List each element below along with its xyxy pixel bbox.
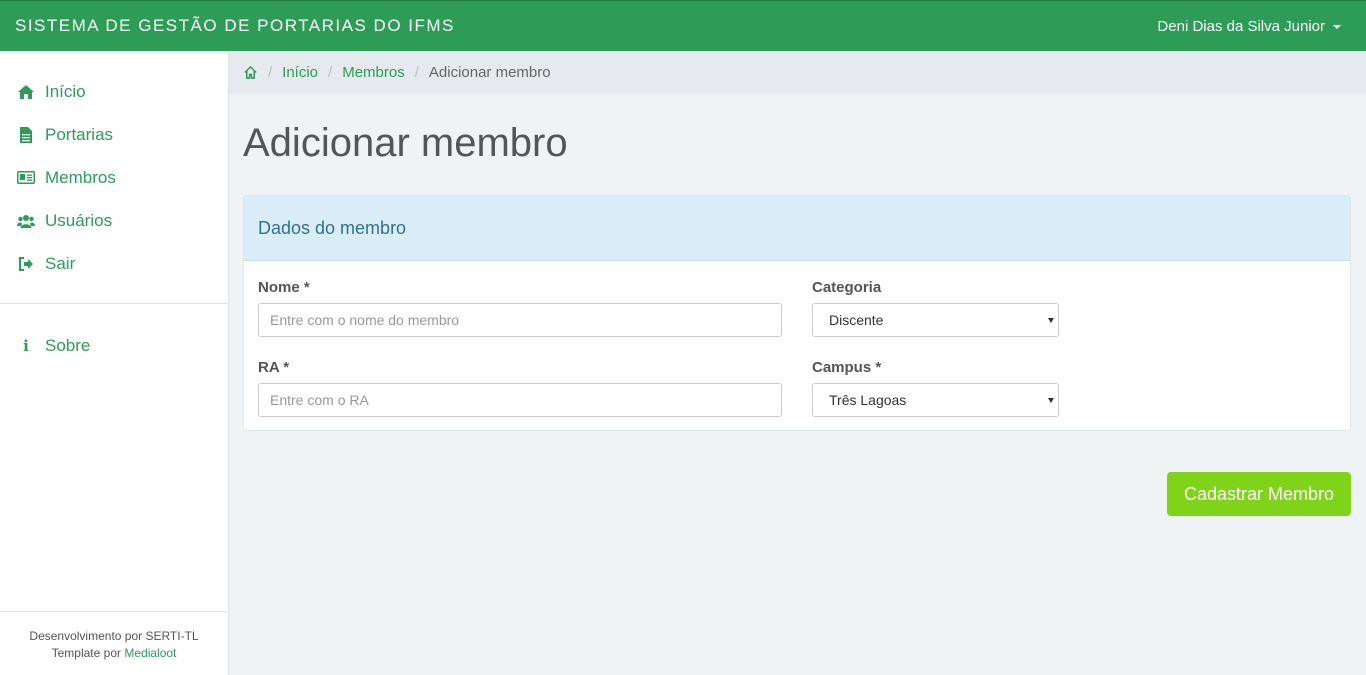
- page-title: Adicionar membro: [243, 121, 568, 165]
- nome-input[interactable]: Entre com o nome do membro: [258, 303, 782, 337]
- panel-heading: Dados do membro: [244, 196, 1350, 261]
- file-icon: [17, 126, 35, 144]
- ra-label: RA *: [258, 359, 290, 376]
- caret-down-icon: [1333, 25, 1341, 29]
- ra-input[interactable]: Entre com o RA: [258, 383, 782, 417]
- campus-value: Três Lagoas: [829, 392, 907, 408]
- breadcrumb-membros[interactable]: Membros: [342, 64, 405, 81]
- sidebar-item-label: Portarias: [45, 124, 114, 144]
- sidebar-secondary-nav: i Sobre: [0, 304, 228, 367]
- nome-label: Nome *: [258, 279, 310, 296]
- sidebar: Início Portarias Membros Usuários Sair i…: [0, 51, 229, 675]
- breadcrumb-inicio[interactable]: Início: [282, 64, 318, 81]
- info-icon: i: [23, 336, 29, 355]
- breadcrumb-home-icon[interactable]: [243, 65, 258, 80]
- sidebar-nav: Início Portarias Membros Usuários Sair: [0, 51, 228, 285]
- id-card-icon: [17, 169, 35, 187]
- categoria-value: Discente: [829, 312, 884, 328]
- campus-field-group: Campus * Três Lagoas: [812, 359, 1059, 417]
- users-icon: [17, 212, 35, 230]
- medialoot-link[interactable]: Medialoot: [124, 646, 176, 660]
- sidebar-item-label: Membros: [45, 167, 116, 187]
- breadcrumb: / Início / Membros / Adicionar membro: [229, 51, 1366, 94]
- categoria-label: Categoria: [812, 279, 882, 296]
- breadcrumb-separator: /: [414, 64, 419, 81]
- member-form-panel: Dados do membro Nome * Entre com o nome …: [243, 195, 1351, 431]
- sidebar-item-label: Usuários: [45, 210, 113, 230]
- footer-template: Template por Medialoot: [0, 645, 228, 662]
- dropdown-arrow-icon: [1048, 317, 1054, 323]
- sign-out-icon: [17, 255, 35, 273]
- sidebar-item-sobre[interactable]: i Sobre: [0, 324, 228, 367]
- footer-template-prefix: Template por: [51, 646, 121, 660]
- sidebar-item-label: Sair: [45, 253, 76, 273]
- cadastrar-membro-button[interactable]: Cadastrar Membro: [1167, 472, 1351, 516]
- top-navbar: SISTEMA DE GESTÃO DE PORTARIAS DO IFMS D…: [0, 0, 1366, 51]
- campus-select[interactable]: Três Lagoas: [812, 383, 1059, 417]
- categoria-field-group: Categoria Discente: [812, 279, 1059, 337]
- footer-credit: Desenvolvimento por SERTI-TL: [29, 629, 199, 643]
- home-icon: [17, 83, 35, 101]
- breadcrumb-separator: /: [328, 64, 333, 81]
- app-title[interactable]: SISTEMA DE GESTÃO DE PORTARIAS DO IFMS: [15, 16, 455, 36]
- campus-label: Campus *: [812, 359, 882, 376]
- sidebar-item-label: Início: [45, 81, 86, 101]
- sidebar-item-membros[interactable]: Membros: [0, 156, 228, 199]
- breadcrumb-separator: /: [268, 64, 273, 81]
- categoria-select[interactable]: Discente: [812, 303, 1059, 337]
- sidebar-item-usuarios[interactable]: Usuários: [0, 199, 228, 242]
- dropdown-arrow-icon: [1048, 397, 1054, 403]
- user-name: Deni Dias da Silva Junior: [1157, 17, 1325, 35]
- sidebar-footer: Desenvolvimento por SERTI-TL Template po…: [0, 611, 228, 675]
- nome-field-group: Nome * Entre com o nome do membro: [258, 279, 782, 337]
- user-menu[interactable]: Deni Dias da Silva Junior: [1157, 18, 1341, 35]
- sidebar-item-portarias[interactable]: Portarias: [0, 113, 228, 156]
- sidebar-item-label: Sobre: [45, 335, 91, 355]
- breadcrumb-current: Adicionar membro: [428, 64, 551, 81]
- sidebar-item-sair[interactable]: Sair: [0, 242, 228, 285]
- ra-field-group: RA * Entre com o RA: [258, 359, 782, 417]
- sidebar-item-inicio[interactable]: Início: [0, 70, 228, 113]
